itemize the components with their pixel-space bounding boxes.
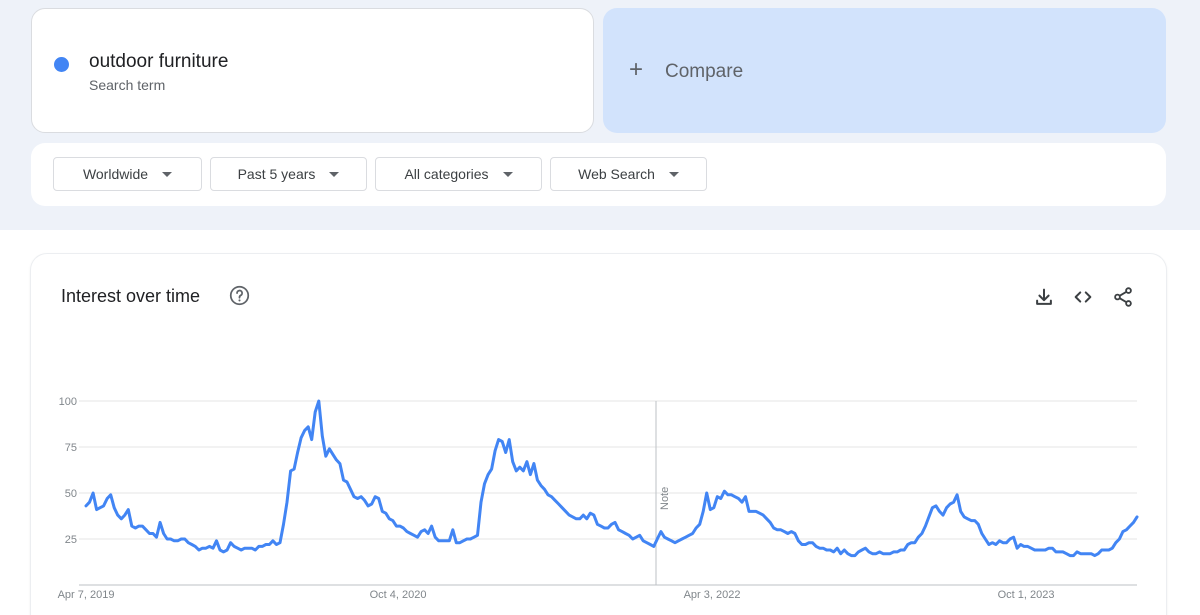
- time-range-filter-dropdown[interactable]: Past 5 years: [210, 157, 367, 191]
- region-filter-dropdown[interactable]: Worldwide: [53, 157, 202, 191]
- x-tick-label: Oct 1, 2023: [998, 589, 1055, 601]
- plus-icon: +: [629, 56, 644, 83]
- dropdown-arrow-icon: [329, 171, 340, 177]
- category-filter-label: All categories: [404, 166, 489, 182]
- search-term-subtitle: Search term: [89, 77, 166, 93]
- note-annotation-label: Note: [659, 487, 671, 510]
- search-type-filter-dropdown[interactable]: Web Search: [550, 157, 707, 191]
- search-term-name[interactable]: outdoor furniture: [89, 51, 228, 73]
- compare-label: Compare: [665, 61, 744, 82]
- x-tick-label: Oct 4, 2020: [370, 589, 427, 601]
- series-line-outdoor-furniture: [84, 399, 1139, 558]
- y-tick-label: 25: [65, 534, 77, 546]
- category-filter-dropdown[interactable]: All categories: [375, 157, 542, 191]
- search-type-filter-label: Web Search: [578, 166, 655, 182]
- y-tick-label: 100: [59, 396, 77, 408]
- dropdown-arrow-icon: [162, 171, 173, 177]
- region-filter-label: Worldwide: [82, 166, 149, 182]
- y-tick-label: 75: [65, 442, 77, 454]
- time-range-filter-label: Past 5 years: [237, 166, 316, 182]
- dropdown-arrow-icon: [502, 171, 513, 177]
- x-tick-label: Apr 3, 2022: [684, 589, 741, 601]
- dropdown-arrow-icon: [668, 171, 679, 177]
- x-tick-label: Apr 7, 2019: [58, 589, 115, 601]
- compare-button[interactable]: + Compare: [603, 8, 1166, 133]
- series-color-dot: [54, 57, 69, 72]
- interest-over-time-chart: 25 50 75 100 Note Apr 7, 2019 Oct 4, 2020 Apr 3…: [58, 396, 1139, 601]
- y-tick-label: 50: [65, 488, 77, 500]
- search-term-card[interactable]: outdoor furniture Search term: [31, 8, 594, 133]
- filter-bar: Worldwide Past 5 years All categories We…: [31, 143, 1166, 206]
- interest-over-time-card: Interest over time 25 50 75 100 Note Apr 7, 2…: [31, 254, 1166, 615]
